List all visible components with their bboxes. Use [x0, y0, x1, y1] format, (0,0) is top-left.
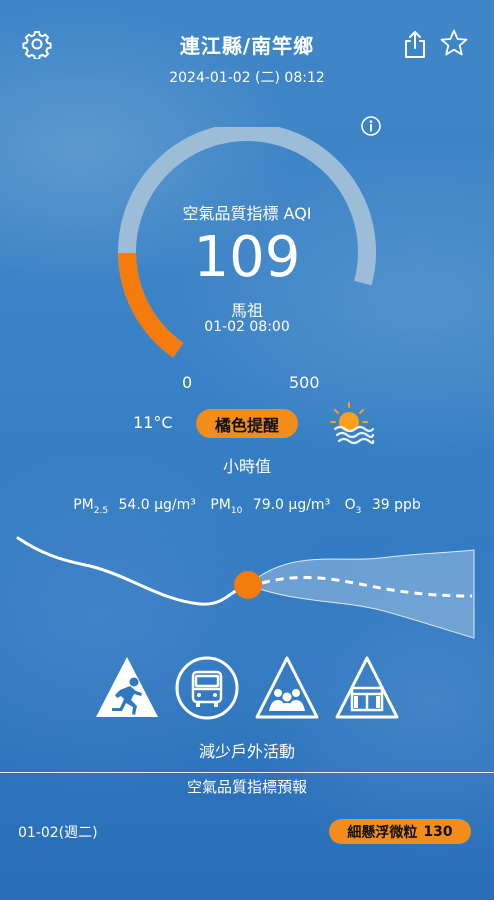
update-datetime: 2024-01-02 (二) 08:12 [169, 70, 325, 86]
forecast-aqi-value: 130 [423, 823, 453, 840]
forecast-band [247, 549, 475, 639]
forecast-pollutant: 細懸浮微粒 [347, 824, 418, 841]
share-button[interactable] [399, 28, 431, 60]
forecast-title: 空氣品質指標預報 [186, 778, 307, 796]
bus-icon [175, 656, 239, 720]
aqi-trend-chart [16, 536, 475, 639]
station-time: 01-02 08:00 [204, 319, 290, 335]
window-warning-icon [335, 656, 399, 719]
current-point [234, 571, 262, 599]
gauge-min-label: 0 [182, 373, 193, 392]
star-icon [440, 29, 468, 56]
gauge-max-label: 500 [289, 373, 320, 392]
aqi-value: 109 [193, 225, 301, 290]
pm10-value: 79.0 μg/m³ [252, 497, 331, 513]
alert-badge: 橘色提醒 [196, 409, 298, 438]
pollutant-readings: PM2.5 54.0 μg/m³ PM10 79.0 μg/m³ O3 39 p… [0, 497, 494, 516]
pm10-label: PM10 [210, 497, 243, 516]
activity-advice: 減少戶外活動 [198, 742, 295, 761]
history-line [16, 536, 250, 606]
forecast-date: 01-02(週二) [18, 825, 98, 841]
aqi-label: 空氣品質指標 AQI [182, 204, 312, 223]
sun-haze-icon [330, 402, 375, 445]
share-icon [405, 31, 425, 58]
station-name: 馬祖 [230, 301, 263, 320]
favorite-button[interactable] [438, 27, 470, 59]
temperature: 11°C [133, 413, 173, 432]
divider [0, 772, 494, 773]
o3-value: 39 ppb [371, 497, 421, 513]
o3-label: O3 [344, 497, 362, 516]
forecast-aqi-badge[interactable]: 細懸浮微粒 130 [329, 819, 471, 844]
running-warning-icon [96, 657, 158, 717]
value-type-label: 小時值 [222, 457, 271, 476]
group-warning-icon [255, 656, 319, 719]
pm25-value: 54.0 μg/m³ [118, 497, 196, 513]
pm25-label: PM2.5 [73, 497, 109, 516]
